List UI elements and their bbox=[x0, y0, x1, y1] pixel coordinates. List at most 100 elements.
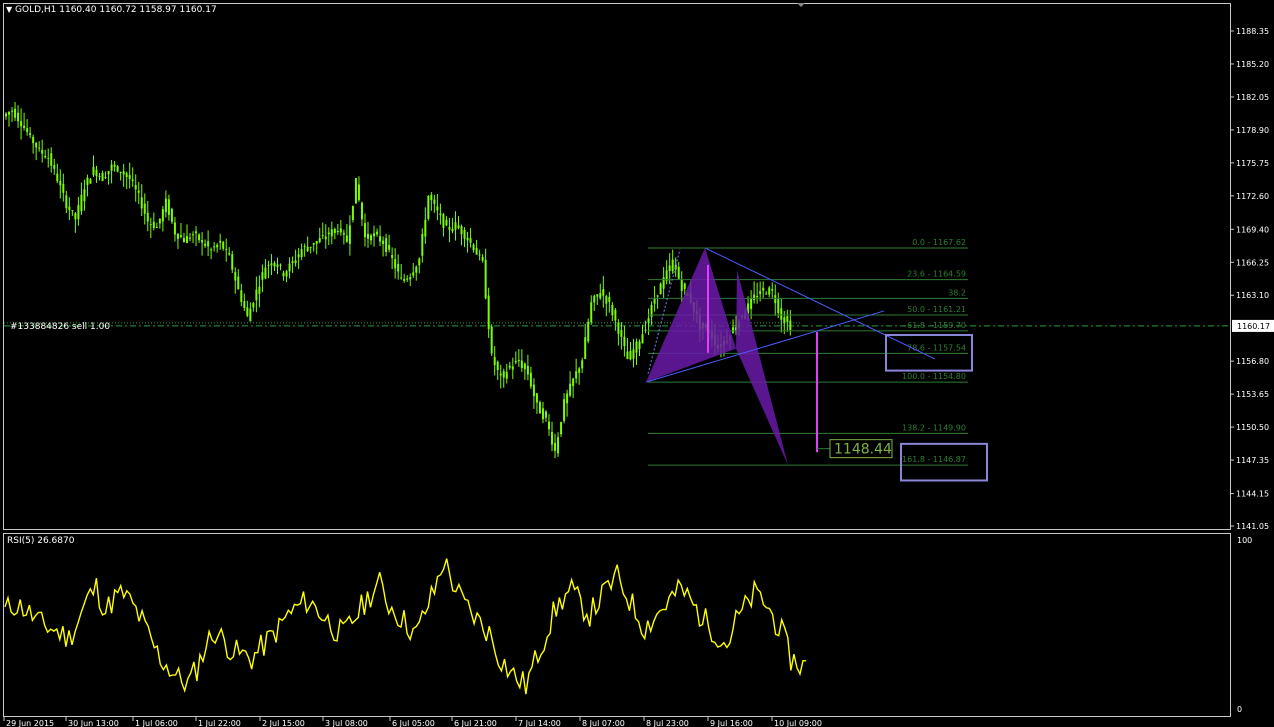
fib-level-label: 78.6 - 1157.54 bbox=[907, 343, 966, 352]
candle-body bbox=[529, 372, 532, 387]
candle-body bbox=[578, 368, 581, 373]
candle-body bbox=[466, 237, 469, 241]
candle-body bbox=[5, 113, 7, 117]
price-tick-label: 1150.50 bbox=[1236, 423, 1269, 432]
candle-body bbox=[167, 199, 170, 215]
candle-body bbox=[677, 266, 680, 279]
candle-body bbox=[415, 266, 418, 273]
chart-title: ▼ GOLD,H1 1160.40 1160.72 1158.97 1160.1… bbox=[6, 5, 217, 15]
candle-body bbox=[330, 229, 333, 237]
candle-body bbox=[125, 173, 128, 177]
candle-body bbox=[656, 295, 659, 297]
candle-body bbox=[237, 276, 240, 290]
candle-body bbox=[56, 173, 59, 182]
dropdown-icon[interactable]: ▼ bbox=[6, 5, 12, 14]
candle-body bbox=[774, 295, 777, 304]
candle-body bbox=[170, 208, 173, 222]
candle-body bbox=[318, 238, 321, 243]
candle-body bbox=[270, 263, 273, 266]
fib-level-label: 161.8 - 1146.87 bbox=[902, 455, 966, 464]
candle-body bbox=[493, 356, 496, 366]
candle-body bbox=[116, 166, 119, 172]
price-tick-label: 1188.35 bbox=[1236, 27, 1269, 36]
candle-body bbox=[173, 222, 176, 235]
candle-body bbox=[122, 171, 125, 175]
candle-body bbox=[291, 261, 294, 264]
candle-body bbox=[442, 214, 445, 228]
date-tick-label: 6 Jul 21:00 bbox=[454, 719, 497, 727]
candle-body bbox=[397, 263, 400, 272]
date-tick-label: 6 Jul 05:00 bbox=[392, 719, 435, 727]
candle-body bbox=[186, 236, 188, 243]
candle-body bbox=[113, 164, 116, 167]
candle-body bbox=[101, 172, 104, 182]
candle-body bbox=[777, 299, 780, 314]
candle-body bbox=[315, 241, 318, 244]
date-tick-label: 2 Jul 15:00 bbox=[262, 719, 305, 727]
candle-body bbox=[523, 363, 526, 370]
candle-body bbox=[164, 198, 167, 213]
candle-body bbox=[155, 226, 158, 228]
date-tick-label: 29 Jun 2015 bbox=[6, 719, 54, 727]
candle-body bbox=[62, 183, 65, 193]
candle-body bbox=[107, 171, 110, 175]
candle-body bbox=[59, 181, 62, 186]
candle-body bbox=[526, 365, 529, 375]
fib-level-label: 0.0 - 1167.62 bbox=[912, 238, 966, 247]
candle-body bbox=[490, 326, 493, 354]
candle-body bbox=[140, 197, 143, 209]
candle-body bbox=[158, 218, 161, 224]
candle-body bbox=[484, 259, 487, 299]
candle-body bbox=[608, 297, 611, 302]
candle-body bbox=[620, 329, 623, 337]
candle-body bbox=[557, 437, 560, 454]
candle-body bbox=[327, 232, 330, 235]
candle-body bbox=[460, 226, 463, 235]
candle-body bbox=[786, 316, 789, 323]
candle-body bbox=[312, 243, 315, 245]
price-tick-label: 1178.90 bbox=[1236, 126, 1269, 135]
candle-body bbox=[119, 171, 122, 173]
candle-body bbox=[406, 278, 409, 280]
candle-body bbox=[511, 366, 514, 370]
candle-body bbox=[505, 371, 508, 379]
candle-body bbox=[400, 277, 403, 279]
candle-body bbox=[469, 238, 472, 243]
candle-body bbox=[379, 236, 382, 242]
date-tick-label: 8 Jul 07:00 bbox=[582, 719, 625, 727]
candle-body bbox=[53, 164, 56, 169]
candle-body bbox=[541, 408, 544, 420]
candle-body bbox=[641, 334, 644, 344]
candle-body bbox=[342, 232, 345, 235]
date-tick-label: 10 Jul 09:00 bbox=[774, 719, 822, 727]
candle-body bbox=[339, 228, 342, 233]
candle-body bbox=[732, 327, 735, 333]
candle-body bbox=[472, 244, 475, 251]
candle-body bbox=[44, 155, 47, 158]
candle-body bbox=[249, 308, 252, 322]
fib-level-label: 38.2 bbox=[948, 288, 966, 297]
candle-body bbox=[273, 262, 276, 267]
candle-body bbox=[300, 249, 303, 258]
candle-body bbox=[599, 293, 602, 299]
candle-body bbox=[77, 204, 80, 220]
candle-body bbox=[282, 272, 285, 277]
candle-body bbox=[514, 360, 517, 363]
date-tick-label: 3 Jul 08:00 bbox=[325, 719, 368, 727]
candle-body bbox=[345, 235, 348, 242]
candle-body bbox=[198, 234, 201, 241]
candle-body bbox=[11, 110, 14, 112]
candle-body bbox=[496, 361, 499, 371]
candle-body bbox=[182, 238, 185, 243]
candle-body bbox=[448, 226, 451, 230]
date-tick-label: 30 Jun 13:00 bbox=[68, 719, 119, 727]
candle-body bbox=[267, 264, 270, 266]
price-tick-label: 1172.60 bbox=[1236, 192, 1269, 201]
price-tick-label: 1175.75 bbox=[1236, 159, 1269, 168]
candle-body bbox=[668, 265, 671, 272]
candle-body bbox=[409, 277, 412, 280]
fib-level-label: 50.0 - 1161.21 bbox=[907, 305, 966, 314]
candle-body bbox=[487, 295, 490, 330]
candle-body bbox=[683, 283, 686, 289]
order-label: #133884826 sell 1.00 bbox=[10, 322, 111, 332]
